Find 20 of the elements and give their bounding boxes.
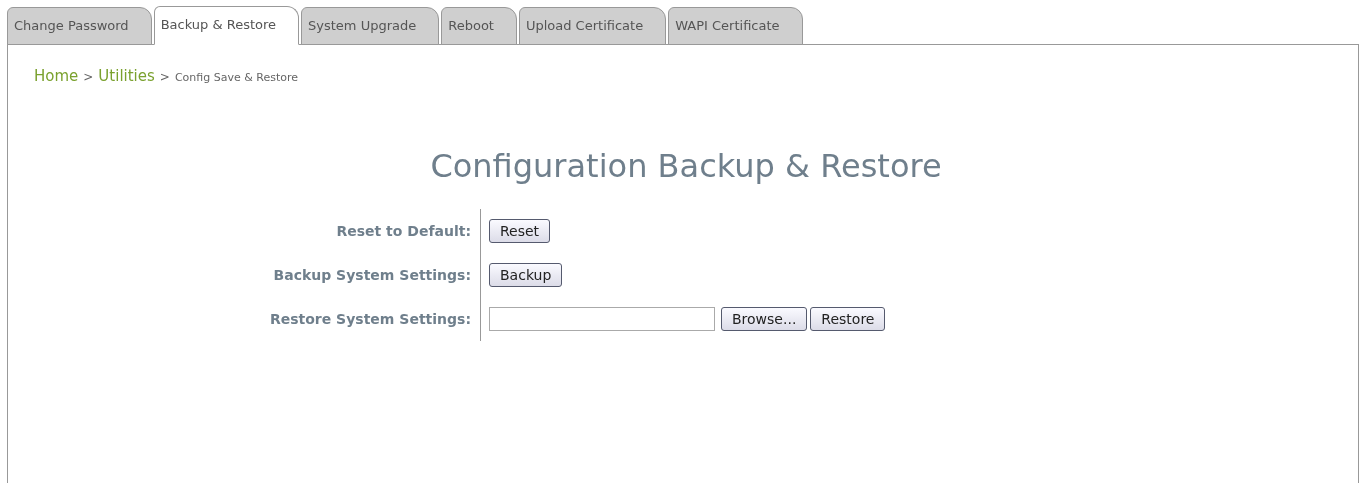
tab[interactable]: Backup & Restore (153, 6, 300, 45)
action-button[interactable]: Reset (489, 219, 551, 243)
action-button[interactable]: Backup (489, 263, 563, 287)
field-label: Restore System Settings: (268, 310, 472, 329)
field-label: Reset to Default: (335, 222, 472, 241)
tab[interactable]: WAPI Certificate (668, 7, 803, 45)
page-title: Configuration Backup & Restore (429, 147, 943, 185)
tab[interactable]: Reboot (441, 7, 517, 45)
tab[interactable]: Upload Certificate (518, 7, 667, 45)
breadcrumb-separator: > (83, 70, 94, 84)
tab[interactable]: System Upgrade (301, 7, 440, 45)
breadcrumb-separator: > (159, 70, 170, 84)
file-path-field[interactable] (489, 307, 715, 331)
breadcrumb-link[interactable]: Utilities (98, 67, 155, 85)
breadcrumb-current: Config Save & Restore (174, 71, 298, 84)
action-button[interactable]: Browse... (721, 307, 808, 331)
breadcrumb-link[interactable]: Home (34, 67, 79, 85)
tab[interactable]: Change Password (7, 7, 152, 45)
field-label: Backup System Settings: (272, 266, 472, 285)
action-button[interactable]: Restore (810, 307, 886, 331)
